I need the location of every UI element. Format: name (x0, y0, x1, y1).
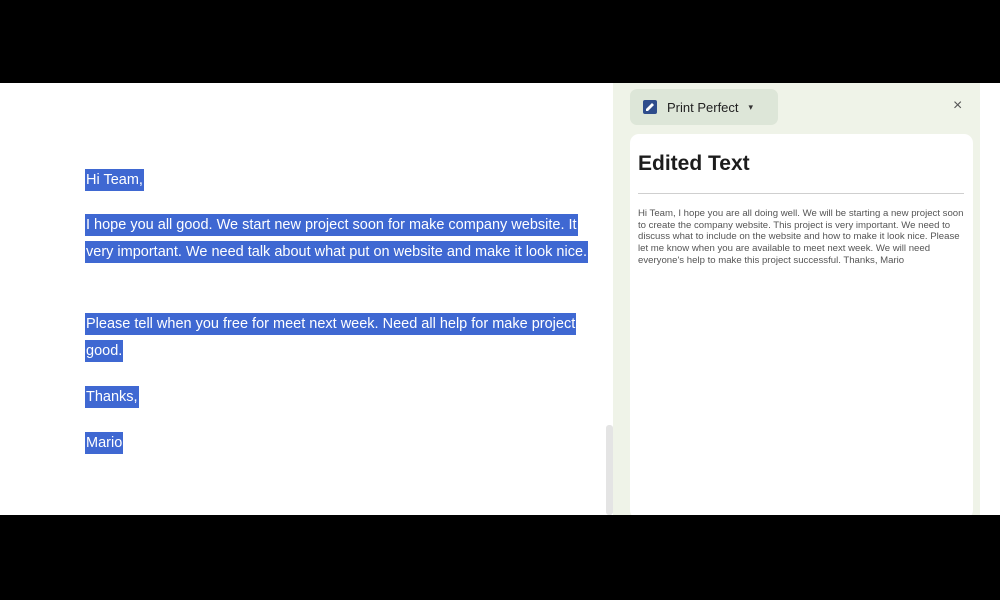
close-icon[interactable]: × (953, 97, 962, 115)
card-divider (638, 193, 964, 194)
edited-text-card: Edited Text Hi Team, I hope you are all … (630, 134, 973, 515)
document-scrollbar[interactable] (606, 425, 613, 515)
document-greeting[interactable]: Hi Team, (85, 167, 605, 194)
tool-selector-label: Print Perfect (667, 99, 739, 115)
document-paragraph-1[interactable]: I hope you all good. We start new projec… (85, 212, 605, 266)
caret-down-icon: ▾ (748, 101, 754, 112)
assistant-panel: Print Perfect ▾ × Edited Text Hi Team, I… (613, 83, 980, 515)
tool-selector-button[interactable]: Print Perfect ▾ (630, 89, 778, 125)
letterbox-top (0, 0, 1000, 83)
document-paragraph-2[interactable]: Please tell when you free for meet next … (85, 311, 605, 365)
app-frame: Hi Team, I hope you all good. We start n… (20, 83, 980, 515)
frame-edge-right (980, 83, 1000, 515)
edited-text-body: Hi Team, I hope you are all doing well. … (638, 208, 964, 266)
frame-edge-left (0, 83, 20, 515)
letterbox-bottom (0, 515, 1000, 600)
card-title: Edited Text (638, 152, 750, 175)
document-closing[interactable]: Thanks, (85, 384, 605, 411)
edit-icon (643, 100, 657, 114)
document-editor[interactable]: Hi Team, I hope you all good. We start n… (20, 83, 613, 515)
document-signature[interactable]: Mario (85, 430, 605, 457)
